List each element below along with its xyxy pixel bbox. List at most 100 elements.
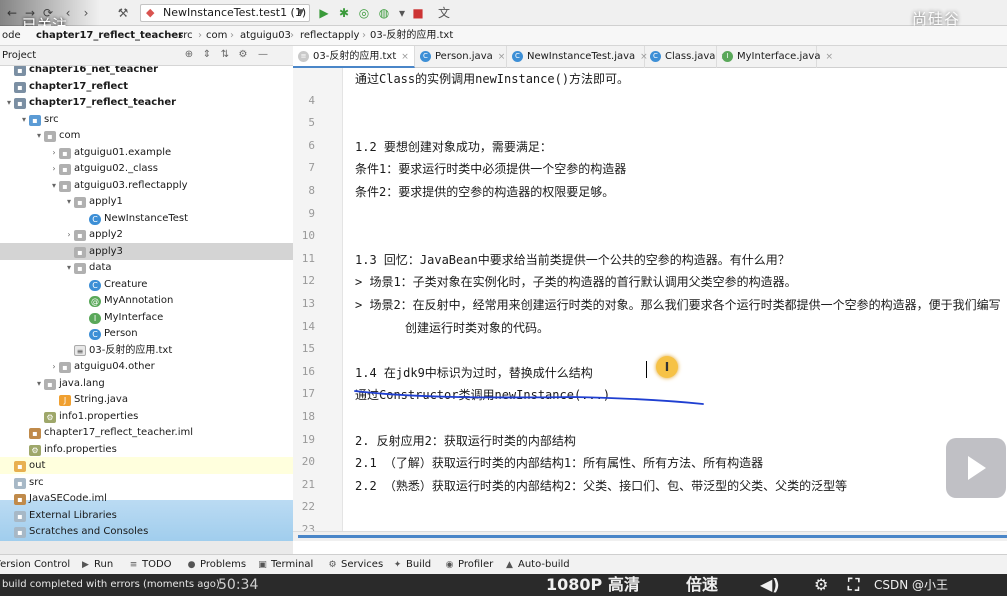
more-run-icon[interactable]: ▾ — [394, 5, 410, 21]
build-tool[interactable]: ✦ Build — [392, 555, 431, 575]
tree-item[interactable]: › ▪ atguigu01.example — [0, 144, 293, 161]
tree-item[interactable]: @ MyAnnotation — [0, 292, 293, 309]
tree-item[interactable]: ▪ chapter17_reflect — [0, 78, 293, 95]
chevron-down-icon[interactable]: ▾ — [34, 375, 44, 392]
expand-icon[interactable]: ⇅ — [218, 48, 232, 62]
tree-item[interactable]: C Creature — [0, 276, 293, 293]
code-line[interactable]: 创建运行时类对象的代码。 — [405, 319, 549, 336]
tree-item[interactable]: ▾ ▪ java.lang — [0, 375, 293, 392]
tree-item[interactable]: ▾ ▪ com — [0, 127, 293, 144]
editor-tab[interactable]: ≡ 03-反射的应用.txt × — [293, 46, 415, 68]
terminal-tool[interactable]: ▣ Terminal — [257, 555, 313, 575]
breadcrumb-item[interactable]: 03-反射的应用.txt — [370, 26, 453, 45]
hide-icon[interactable]: — — [256, 48, 270, 62]
close-icon[interactable]: × — [401, 52, 409, 62]
tree-item[interactable]: › ▪ atguigu04.other — [0, 358, 293, 375]
tree-item[interactable]: J String.java — [0, 391, 293, 408]
breadcrumb-item[interactable]: ode — [2, 26, 21, 45]
tree-item[interactable]: C NewInstanceTest — [0, 210, 293, 227]
code-editor[interactable]: 456789101112131415161718192021222324 通过C… — [293, 68, 1007, 541]
chevron-right-icon[interactable]: › — [49, 358, 59, 375]
run-icon[interactable]: ▶ — [316, 5, 332, 21]
profiler-tool[interactable]: ◉ Profiler — [444, 555, 494, 575]
tree-item[interactable]: ▪ apply3 — [0, 242, 293, 260]
tree-item[interactable]: ▪ chapter17_reflect_teacher.iml — [0, 424, 293, 441]
code-line[interactable]: 2.2 （熟悉）获取运行时类的内部结构2：父类、接口们、包、带泛型的父类、父类的… — [355, 477, 847, 494]
chevron-down-icon[interactable]: ▾ — [49, 177, 59, 194]
gear-icon[interactable]: ⚙ — [236, 48, 250, 62]
code-line[interactable]: 2. 反射应用2：获取运行时类的内部结构 — [355, 432, 576, 449]
run-config-selector[interactable]: ◆ NewInstanceTest.test1 (1) ▼ — [140, 4, 310, 22]
stop-icon[interactable]: ■ — [410, 5, 426, 21]
code-line[interactable]: 2.1 （了解）获取运行时类的内部结构1：所有属性、所有方法、所有构造器 — [355, 454, 763, 471]
code-line[interactable]: 1.2 要想创建对象成功，需要满足： — [355, 138, 552, 155]
tree-item[interactable]: ▪ JavaSECode.iml — [0, 490, 293, 507]
problems-tool[interactable]: ● Problems — [186, 555, 247, 575]
code-line[interactable]: 1.4 在jdk9中标识为过时，替换成什么结构 — [355, 364, 593, 381]
close-icon[interactable]: × — [825, 52, 833, 62]
code-line[interactable]: 1.3 回忆：JavaBean中要求给当前类提供一个公共的空参的构造器。有什么用… — [355, 251, 790, 268]
code-line[interactable]: 条件2：要求提供的空参的构造器的权限要足够。 — [355, 183, 614, 200]
tree-item[interactable]: › ▪ atguigu02._class — [0, 160, 293, 177]
video-settings-icon[interactable]: ⚙ — [814, 574, 828, 596]
breadcrumb-item[interactable]: reflectapply — [300, 26, 359, 45]
editor-tab[interactable]: I MyInterface.java × — [717, 46, 833, 68]
code-line[interactable]: 通过Constructor类调用newInstance(...) — [355, 386, 610, 403]
chevron-down-icon[interactable]: ▾ — [4, 94, 14, 111]
tree-item[interactable]: ≡ 03-反射的应用.txt — [0, 342, 293, 359]
tree-item[interactable]: ▾ ▪ src — [0, 111, 293, 128]
video-speed-button[interactable]: 倍速 — [686, 574, 718, 596]
tree-item[interactable]: ▪ Scratches and Consoles — [0, 523, 293, 540]
translate-icon[interactable]: 文 — [436, 5, 452, 21]
project-panel-title[interactable]: Project — [2, 50, 36, 61]
editor-tab[interactable]: C Person.java × — [415, 46, 507, 68]
code-line[interactable]: > 场景2：在反射中，经常用来创建运行时类的对象。那么我们要求各个运行时类都提供… — [355, 296, 1001, 313]
video-quality-button[interactable]: 1080P 高清 — [546, 574, 640, 596]
tree-item[interactable]: ▾ ▪ data — [0, 259, 293, 276]
tree-item[interactable]: ▾ ▪ chapter17_reflect_teacher — [0, 94, 293, 111]
tree-item[interactable]: ▪ out — [0, 457, 293, 474]
debug-icon[interactable]: ✱ — [336, 5, 352, 21]
chevron-right-icon[interactable]: › — [64, 226, 74, 243]
breadcrumb-item[interactable]: com — [206, 26, 227, 45]
tree-item[interactable]: ⚙ info1.properties — [0, 408, 293, 425]
todo-tool[interactable]: ≡ TODO — [128, 555, 172, 575]
fullscreen-icon[interactable]: ⛶ — [848, 574, 859, 596]
tool-label: Problems — [200, 559, 247, 570]
volume-icon[interactable]: ◀) — [760, 574, 780, 596]
code-line[interactable]: 条件1：要求运行时类中必须提供一个空参的构造器 — [355, 160, 626, 177]
close-icon[interactable]: × — [498, 52, 506, 62]
tree-item[interactable]: ⚙ info.properties — [0, 441, 293, 458]
breadcrumb-item[interactable]: atguigu03 — [240, 26, 291, 45]
chevron-down-icon[interactable]: ▾ — [64, 193, 74, 210]
editor-tab[interactable]: CClass.java× — [645, 46, 728, 68]
run-tool[interactable]: ▶ Run — [80, 555, 113, 575]
editor-tab[interactable]: C NewInstanceTest.java × — [507, 46, 648, 68]
tree-item[interactable]: ▪ External Libraries — [0, 507, 293, 524]
chevron-down-icon[interactable]: ▾ — [19, 111, 29, 128]
code-line[interactable]: 通过Class的实例调用newInstance()方法即可。 — [355, 70, 629, 87]
chevron-right-icon[interactable]: › — [49, 160, 59, 177]
chevron-down-icon[interactable]: ▾ — [64, 259, 74, 276]
breadcrumb-item[interactable]: src — [178, 26, 193, 45]
build-hammer-icon[interactable]: ⚒ — [115, 5, 131, 21]
tree-item[interactable]: ▪ src — [0, 474, 293, 491]
collapse-all-icon[interactable]: ⇕ — [200, 48, 214, 62]
version-control-tool[interactable]: Version Control — [0, 555, 70, 574]
coverage-icon[interactable]: ◎ — [356, 5, 372, 21]
tree-item[interactable]: I MyInterface — [0, 309, 293, 326]
breadcrumb-item[interactable]: chapter17_reflect_teacher — [36, 26, 183, 45]
locate-icon[interactable]: ⊕ — [182, 48, 196, 62]
profile-icon[interactable]: ◍ — [376, 5, 392, 21]
tree-item[interactable]: C Person — [0, 325, 293, 342]
tree-item[interactable]: ▾ ▪ atguigu03.reflectapply — [0, 177, 293, 194]
services-tool[interactable]: ⚙ Services — [327, 555, 383, 575]
tree-item[interactable]: ▾ ▪ apply1 — [0, 193, 293, 210]
code-line[interactable]: > 场景1：子类对象在实例化时，子类的构造器的首行默认调用父类空参的构造器。 — [355, 273, 797, 290]
chevron-down-icon[interactable]: ▾ — [34, 127, 44, 144]
auto-build-tool[interactable]: ▲ Auto-build — [504, 555, 570, 575]
chevron-right-icon[interactable]: › — [49, 144, 59, 161]
tree-item[interactable]: › ▪ apply2 — [0, 226, 293, 243]
tree-item[interactable]: ▪ chapter16_net_teacher — [0, 66, 293, 78]
video-play-badge[interactable] — [946, 438, 1006, 498]
